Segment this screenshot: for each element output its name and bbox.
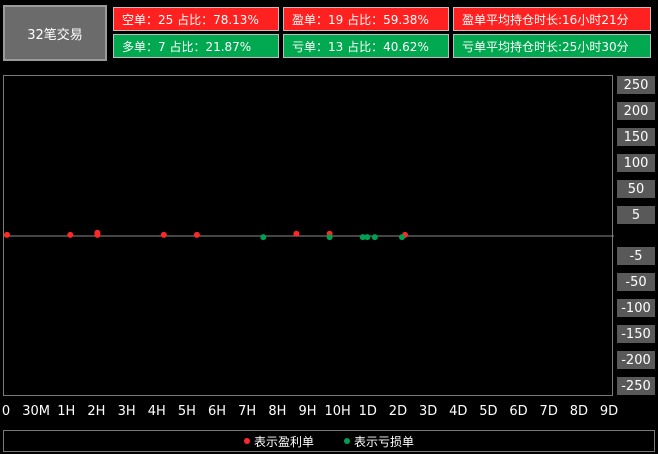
x-tick-label: 0 bbox=[1, 404, 11, 419]
profit-dot-icon bbox=[243, 438, 250, 444]
loss-point bbox=[371, 234, 378, 241]
y-tick-label: -50 bbox=[617, 273, 655, 291]
profit-point bbox=[193, 231, 200, 238]
y-tick-label: 250 bbox=[617, 76, 655, 94]
scatter-plot-svg bbox=[4, 229, 614, 241]
x-tick-label: 4H bbox=[147, 404, 166, 419]
profit-orders-stat: 盈单：19 占比：59.38% bbox=[283, 7, 449, 31]
x-tick-label: 7D bbox=[539, 404, 558, 419]
loss-dot-icon bbox=[344, 438, 350, 444]
y-tick-label: -100 bbox=[617, 299, 655, 317]
x-tick-label: 9H bbox=[298, 404, 317, 419]
x-tick-label: 7H bbox=[238, 404, 257, 419]
y-tick-label: -150 bbox=[617, 325, 655, 343]
loss-orders-stat: 亏单：13 占比：40.62% bbox=[283, 34, 449, 58]
y-tick-label: 100 bbox=[617, 154, 655, 172]
y-tick-label: 50 bbox=[617, 180, 655, 198]
x-tick-label: 9D bbox=[599, 404, 619, 419]
y-tick-label: 200 bbox=[617, 102, 655, 120]
legend-loss: 表示亏损单 bbox=[344, 433, 414, 450]
legend-profit: 表示盈利单 bbox=[243, 433, 314, 450]
long-orders-stat: 多单：7 占比：21.87% bbox=[113, 34, 279, 58]
loss-point bbox=[364, 234, 371, 241]
x-tick-label: 3H bbox=[117, 404, 136, 419]
profit-avg-hold-stat: 盈单平均持仓时长:16小时21分 bbox=[453, 7, 651, 31]
loss-avg-hold-stat: 亏单平均持仓时长:25小时30分 bbox=[453, 34, 651, 58]
x-tick-label: 8H bbox=[268, 404, 287, 419]
y-tick-label: -250 bbox=[617, 377, 655, 395]
x-tick-label: 3D bbox=[418, 404, 438, 419]
x-tick-label: 10H bbox=[324, 404, 351, 419]
legend-profit-label: 表示盈利单 bbox=[253, 434, 314, 449]
scatter-plot-area bbox=[3, 75, 614, 396]
x-tick-label: 4D bbox=[449, 404, 468, 419]
legend-loss-label: 表示亏损单 bbox=[354, 434, 415, 449]
trade-count-box: 32笔交易 bbox=[3, 5, 107, 61]
y-tick-label: 150 bbox=[617, 128, 655, 146]
x-tick-label: 30M bbox=[22, 404, 51, 419]
x-tick-label: 5H bbox=[177, 404, 196, 419]
x-tick-label: 1H bbox=[57, 404, 76, 419]
loss-point bbox=[260, 234, 267, 241]
x-tick-label: 5D bbox=[479, 404, 498, 419]
profit-point bbox=[160, 231, 167, 238]
legend: 表示盈利单 表示亏损单 bbox=[3, 430, 655, 452]
x-tick-label: 6D bbox=[509, 404, 528, 419]
x-tick-label: 8D bbox=[569, 404, 588, 419]
profit-point bbox=[293, 230, 300, 237]
x-tick-label: 2D bbox=[388, 404, 408, 419]
trade-count-label: 32笔交易 bbox=[27, 27, 83, 43]
loss-point bbox=[399, 234, 405, 241]
x-tick-label: 6H bbox=[208, 404, 227, 419]
profit-point bbox=[67, 231, 74, 238]
x-tick-label: 2H bbox=[87, 404, 106, 419]
y-tick-label: -5 bbox=[617, 247, 655, 265]
y-tick-label: -200 bbox=[617, 351, 655, 369]
y-tick-label: 5 bbox=[617, 206, 655, 224]
x-tick-label: 1D bbox=[358, 404, 377, 419]
profit-point bbox=[94, 230, 101, 237]
short-orders-stat: 空单：25 占比：78.13% bbox=[113, 7, 279, 31]
profit-point bbox=[4, 231, 10, 238]
loss-point bbox=[326, 234, 333, 241]
